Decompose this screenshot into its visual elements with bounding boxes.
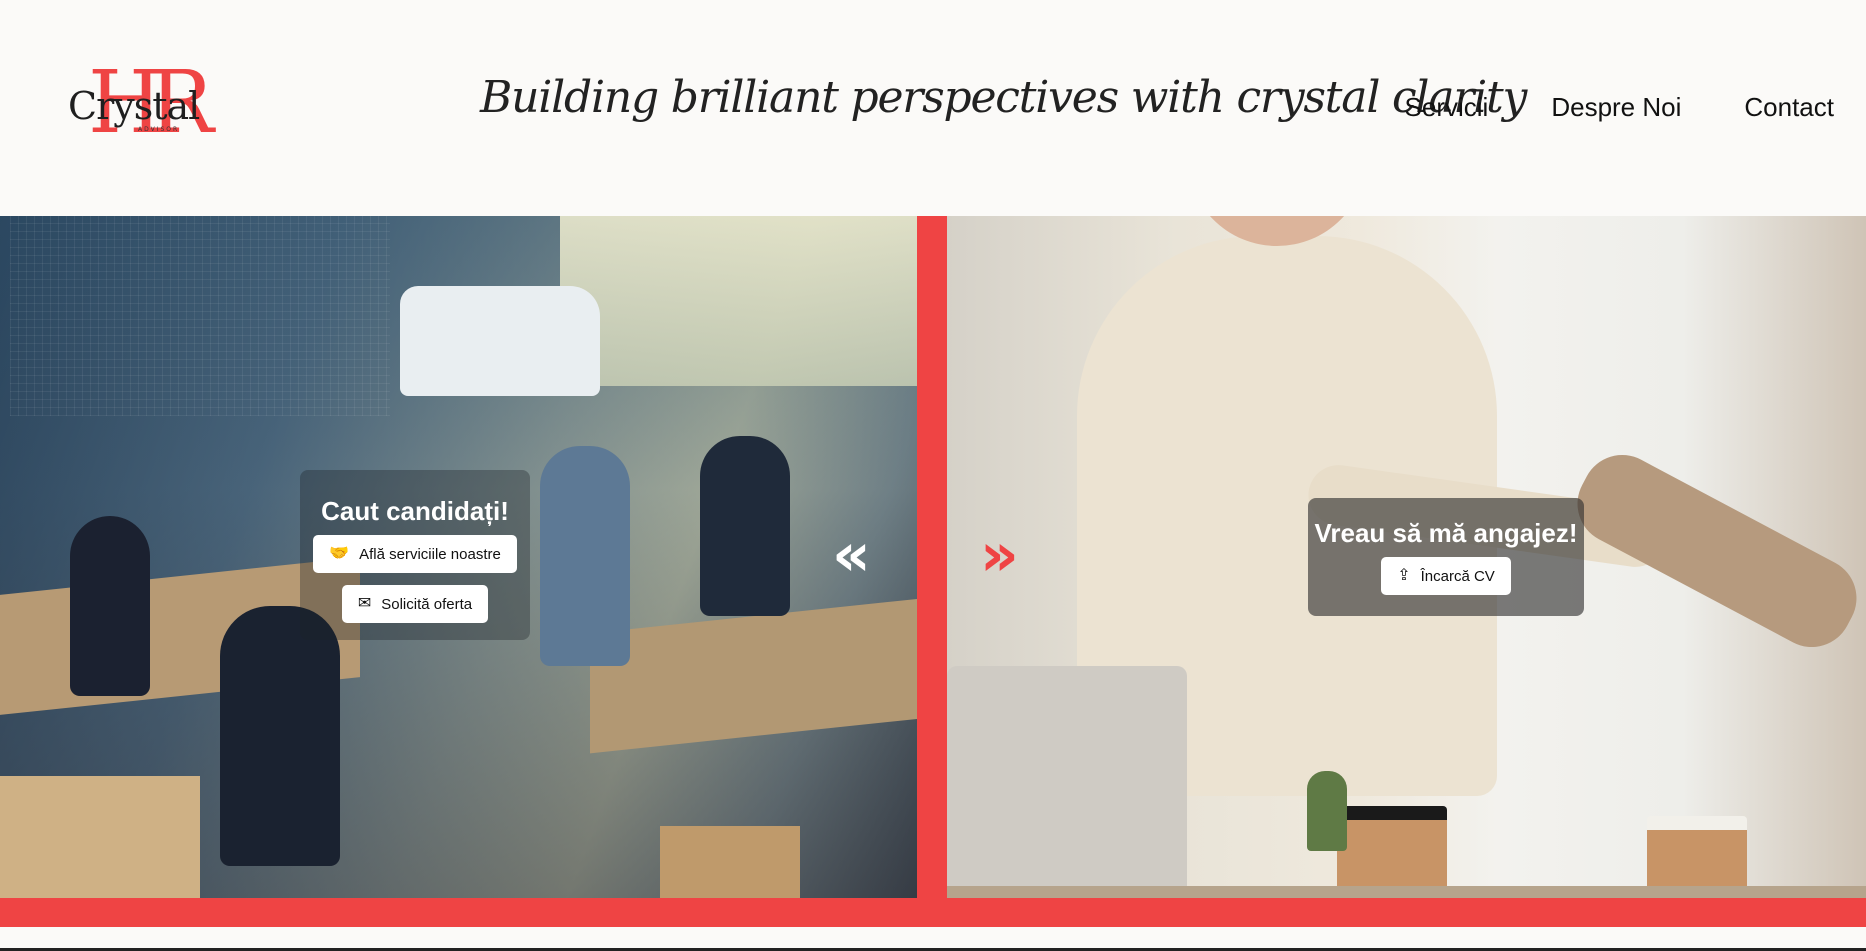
chevron-double-right-icon[interactable]: » xyxy=(980,520,1019,590)
upload-cv-button-label: Încarcă CV xyxy=(1420,567,1495,585)
tagline: Building brilliant perspectives with cry… xyxy=(480,72,1527,123)
office-window xyxy=(560,216,917,386)
main-nav: Servicii Despre Noi Contact xyxy=(1405,92,1834,123)
candidates-heading: Vreau să mă angajez! xyxy=(1314,518,1578,548)
services-button-label: Află serviciile noastre xyxy=(359,545,501,563)
site-header: HR Crystal ADVISOR Building brilliant pe… xyxy=(0,0,1866,216)
mail-icon: ✉ xyxy=(357,595,372,612)
person-figure xyxy=(700,436,790,616)
handshake-icon: 🤝 xyxy=(329,545,350,562)
cardboard-boxes xyxy=(0,776,200,898)
logo[interactable]: HR Crystal ADVISOR xyxy=(66,60,214,156)
van-image xyxy=(400,286,600,396)
table-surface xyxy=(947,886,1866,898)
laptop-image xyxy=(947,666,1187,898)
chevron-double-left-icon[interactable]: « xyxy=(832,520,871,590)
nav-despre-noi[interactable]: Despre Noi xyxy=(1551,92,1681,123)
accent-bar xyxy=(0,898,1866,927)
upload-cv-button[interactable]: ⇪ Încarcă CV xyxy=(1381,557,1511,595)
services-button[interactable]: 🤝 Află serviciile noastre xyxy=(313,535,517,573)
cactus-plant xyxy=(1307,771,1347,851)
desk xyxy=(590,598,917,754)
request-offer-button-label: Solicită oferta xyxy=(381,595,473,613)
person-figure xyxy=(540,446,630,666)
candidates-card: Vreau să mă angajez! ⇪ Încarcă CV xyxy=(1308,498,1584,616)
coffee-cup xyxy=(1337,806,1447,898)
employers-card: Caut candidați! 🤝 Află serviciile noastr… xyxy=(300,470,530,640)
person-figure xyxy=(220,606,340,866)
employers-heading: Caut candidați! xyxy=(321,496,509,526)
nav-contact[interactable]: Contact xyxy=(1744,92,1834,123)
nav-servicii[interactable]: Servicii xyxy=(1405,92,1489,123)
file-upload-icon: ⇪ xyxy=(1397,567,1411,584)
panel-divider xyxy=(917,216,947,898)
world-map-screen xyxy=(10,216,390,416)
person-figure xyxy=(70,516,150,696)
logo-subtitle: ADVISOR xyxy=(138,126,180,133)
cardboard-boxes xyxy=(660,826,800,898)
logo-wordmark: Crystal xyxy=(68,84,200,128)
request-offer-button[interactable]: ✉ Solicită oferta xyxy=(341,585,489,623)
